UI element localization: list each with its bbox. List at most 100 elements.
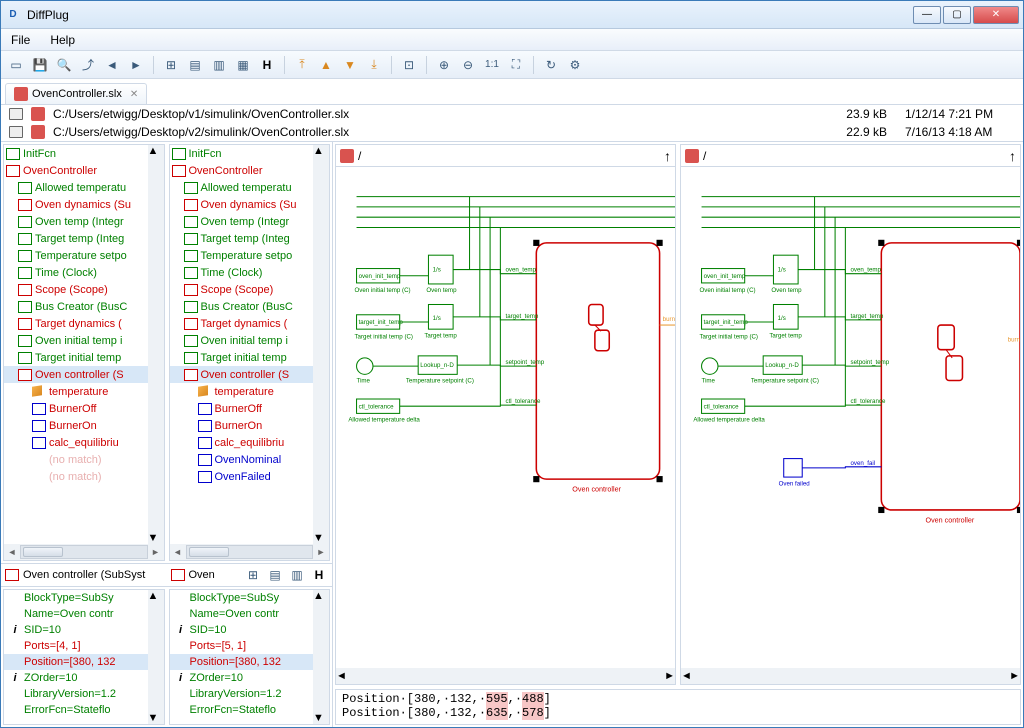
tree-item[interactable]: Oven temp (Integr: [4, 213, 164, 230]
tree-item[interactable]: Oven dynamics (Su: [170, 196, 330, 213]
tree-item[interactable]: Allowed temperatu: [170, 179, 330, 196]
scrollbar-vertical[interactable]: ▲▼: [313, 145, 329, 544]
tree-left[interactable]: InitFcnOvenControllerAllowed temperatuOv…: [3, 144, 165, 561]
zoom-out-icon[interactable]: ⊖: [459, 56, 477, 74]
diff-last-icon[interactable]: ⤓: [365, 56, 383, 74]
diff-first-icon[interactable]: ⤒: [293, 56, 311, 74]
tree-item[interactable]: Bus Creator (BusC: [170, 298, 330, 315]
layout4-icon[interactable]: ▦: [234, 56, 252, 74]
scrollbar-horizontal[interactable]: ◄►: [170, 544, 330, 560]
scrollbar-vertical[interactable]: ▲▼: [148, 145, 164, 544]
close-button[interactable]: ✕: [973, 6, 1019, 24]
property-row[interactable]: Position=[380, 132: [170, 654, 330, 670]
tree-item[interactable]: calc_equilibriu: [170, 434, 330, 451]
property-row[interactable]: Position=[380, 132: [4, 654, 164, 670]
property-row[interactable]: Ports=[5, 1]: [170, 638, 330, 654]
search-icon[interactable]: 🔍: [55, 56, 73, 74]
tree-item[interactable]: BurnerOff: [4, 400, 164, 417]
forward-icon[interactable]: ►: [127, 56, 145, 74]
diagram-left[interactable]: / ↑ oven_init_temp Oven initial temp (C): [335, 144, 676, 685]
tree-item[interactable]: OvenController: [4, 162, 164, 179]
layout-b-icon[interactable]: ▤: [266, 566, 284, 584]
gear-icon[interactable]: ⚙: [566, 56, 584, 74]
tree-item[interactable]: Target dynamics (: [170, 315, 330, 332]
new-icon[interactable]: ▭: [7, 56, 25, 74]
zoom-in-icon[interactable]: ⊕: [435, 56, 453, 74]
menu-help[interactable]: Help: [46, 31, 79, 49]
property-row[interactable]: Name=Oven contr: [170, 606, 330, 622]
tree-item[interactable]: Oven initial temp i: [4, 332, 164, 349]
diagram-right[interactable]: / ↑ oven_init_temp Oven initial temp (C)…: [680, 144, 1021, 685]
layout1-icon[interactable]: ⊞: [162, 56, 180, 74]
layout-c-icon[interactable]: ▥: [288, 566, 306, 584]
props-right[interactable]: BlockType=SubSyName=Oven contriSID=10Por…: [169, 589, 331, 725]
props-left[interactable]: BlockType=SubSyName=Oven contriSID=10Por…: [3, 589, 165, 725]
up-arrow-icon[interactable]: ↑: [664, 148, 671, 164]
tab-ovencontroller[interactable]: OvenController.slx ✕: [5, 83, 147, 104]
tree-item[interactable]: BurnerOn: [4, 417, 164, 434]
tree-item[interactable]: Time (Clock): [170, 264, 330, 281]
property-row[interactable]: BlockType=SubSy: [4, 590, 164, 606]
layout-a-icon[interactable]: ⊞: [244, 566, 262, 584]
tree-item[interactable]: Oven controller (S: [170, 366, 330, 383]
tree-item[interactable]: (no match): [4, 468, 164, 485]
tree-item[interactable]: Temperature setpo: [170, 247, 330, 264]
tree-item[interactable]: Target temp (Integ: [4, 230, 164, 247]
property-row[interactable]: iZOrder=10: [4, 670, 164, 686]
diff-next-icon[interactable]: ▼: [341, 56, 359, 74]
tree-right[interactable]: InitFcnOvenControllerAllowed temperatuOv…: [169, 144, 331, 561]
tree-item[interactable]: Bus Creator (BusC: [4, 298, 164, 315]
tree-item[interactable]: OvenController: [170, 162, 330, 179]
layout2-icon[interactable]: ▤: [186, 56, 204, 74]
tree-item[interactable]: Target initial temp: [4, 349, 164, 366]
tree-item[interactable]: Oven controller (S: [4, 366, 164, 383]
property-row[interactable]: iZOrder=10: [170, 670, 330, 686]
property-row[interactable]: Ports=[4, 1]: [4, 638, 164, 654]
up-icon[interactable]: ⤴: [79, 56, 97, 74]
refresh-icon[interactable]: ↻: [542, 56, 560, 74]
tree-item[interactable]: temperature: [170, 383, 330, 400]
menu-file[interactable]: File: [7, 31, 34, 49]
tree-item[interactable]: Target dynamics (: [4, 315, 164, 332]
tree-item[interactable]: OvenFailed: [170, 468, 330, 485]
tab-close-icon[interactable]: ✕: [130, 89, 138, 100]
tree-item[interactable]: BurnerOff: [170, 400, 330, 417]
tree-item[interactable]: Temperature setpo: [4, 247, 164, 264]
save-icon[interactable]: 💾: [31, 56, 49, 74]
property-row[interactable]: iSID=10: [4, 622, 164, 638]
property-row[interactable]: ErrorFcn=Stateflo: [4, 702, 164, 718]
property-row[interactable]: Name=Oven contr: [4, 606, 164, 622]
tree-item[interactable]: temperature: [4, 383, 164, 400]
tree-item[interactable]: Time (Clock): [4, 264, 164, 281]
zoom-actual-icon[interactable]: 1:1: [483, 56, 501, 74]
tree-item[interactable]: calc_equilibriu: [4, 434, 164, 451]
tree-item[interactable]: OvenNominal: [170, 451, 330, 468]
tree-item[interactable]: Oven initial temp i: [170, 332, 330, 349]
h-icon[interactable]: H: [310, 566, 328, 584]
property-row[interactable]: ErrorFcn=Stateflo: [170, 702, 330, 718]
scrollbar-vertical[interactable]: ▲▼: [148, 590, 164, 724]
grid-icon[interactable]: ⊡: [400, 56, 418, 74]
tree-item[interactable]: Allowed temperatu: [4, 179, 164, 196]
layout3-icon[interactable]: ▥: [210, 56, 228, 74]
back-icon[interactable]: ◄: [103, 56, 121, 74]
zoom-fit-icon[interactable]: ⛶: [507, 56, 525, 74]
minimize-button[interactable]: —: [913, 6, 941, 24]
tree-item[interactable]: Scope (Scope): [170, 281, 330, 298]
scrollbar-horizontal[interactable]: ◄►: [336, 668, 675, 684]
tree-item[interactable]: (no match): [4, 451, 164, 468]
tree-item[interactable]: Target temp (Integ: [170, 230, 330, 247]
scrollbar-vertical[interactable]: ▲▼: [313, 590, 329, 724]
up-arrow-icon[interactable]: ↑: [1009, 148, 1016, 164]
diff-prev-icon[interactable]: ▲: [317, 56, 335, 74]
tree-item[interactable]: BurnerOn: [170, 417, 330, 434]
tree-item[interactable]: InitFcn: [4, 145, 164, 162]
maximize-button[interactable]: ▢: [943, 6, 971, 24]
tree-item[interactable]: Oven temp (Integr: [170, 213, 330, 230]
tree-item[interactable]: Oven dynamics (Su: [4, 196, 164, 213]
property-row[interactable]: LibraryVersion=1.2: [4, 686, 164, 702]
tree-item[interactable]: Scope (Scope): [4, 281, 164, 298]
tree-item[interactable]: InitFcn: [170, 145, 330, 162]
scrollbar-horizontal[interactable]: ◄►: [4, 544, 164, 560]
scrollbar-horizontal[interactable]: ◄►: [681, 668, 1020, 684]
